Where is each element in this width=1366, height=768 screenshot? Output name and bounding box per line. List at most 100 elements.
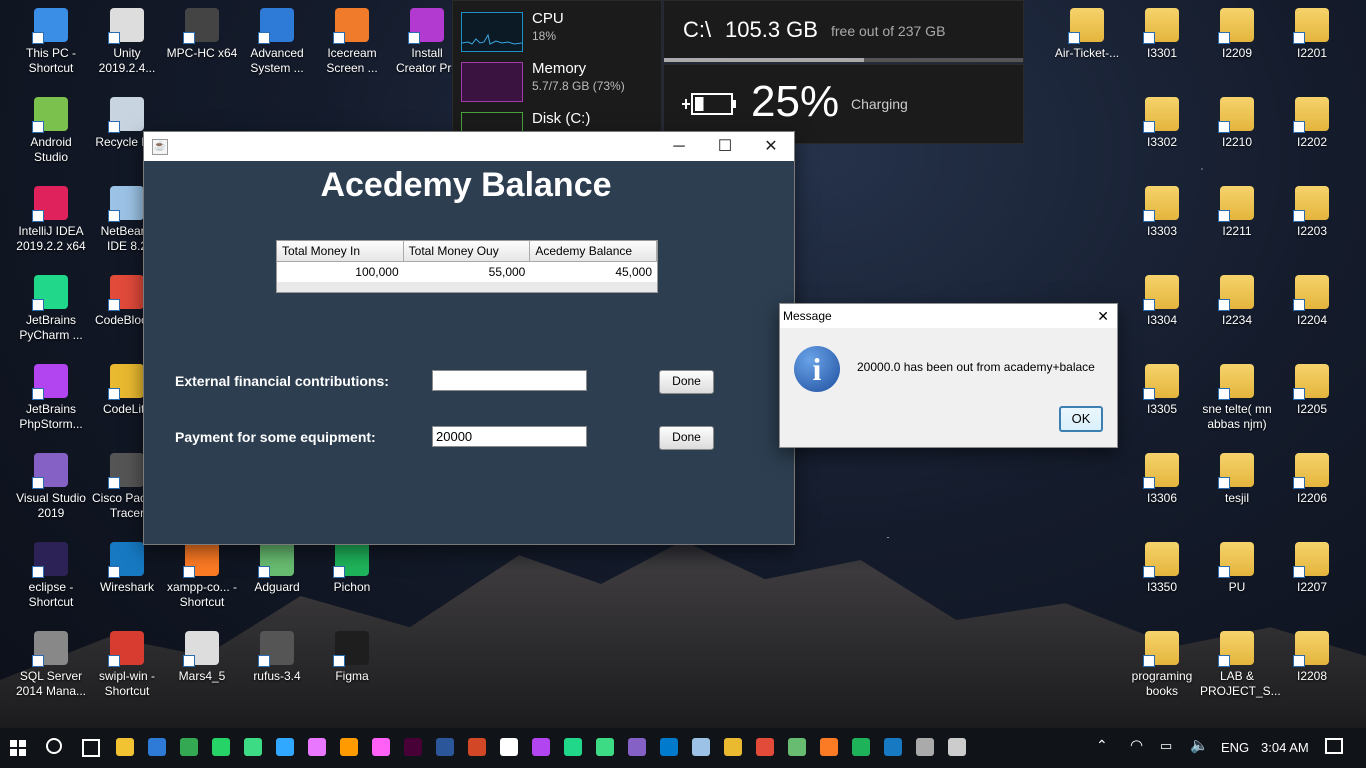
taskbar-app-icon[interactable] <box>692 738 710 756</box>
wifi-icon[interactable]: ◠ <box>1130 736 1143 754</box>
cell-balance[interactable]: 45,000 <box>530 262 657 282</box>
desktop-icon[interactable]: I3350 <box>1125 542 1199 595</box>
taskbar-app-icon[interactable] <box>564 738 582 756</box>
desktop-icon[interactable]: I3303 <box>1125 186 1199 239</box>
volume-icon[interactable]: 🔈 <box>1190 736 1209 754</box>
cell-total-out[interactable]: 55,000 <box>404 262 531 282</box>
taskbar-app-icon[interactable] <box>436 738 454 756</box>
taskbar-app-icon[interactable] <box>372 738 390 756</box>
task-view-icon[interactable] <box>82 739 100 757</box>
external-contributions-input[interactable] <box>432 370 587 391</box>
desktop-icon[interactable]: Icecream Screen ... <box>315 8 389 76</box>
desktop-icon[interactable]: Visual Studio 2019 <box>14 453 88 521</box>
desktop-icon[interactable]: Wireshark <box>90 542 164 595</box>
search-icon[interactable] <box>46 738 62 754</box>
desktop-icon[interactable]: Unity 2019.2.4... <box>90 8 164 76</box>
taskbar-app-icon[interactable] <box>884 738 902 756</box>
taskbar-app-icon[interactable] <box>308 738 326 756</box>
taskbar-app-icon[interactable] <box>724 738 742 756</box>
desktop-icon[interactable]: I2205 <box>1275 364 1349 417</box>
desktop-icon[interactable]: Figma <box>315 631 389 684</box>
taskbar-app-icon[interactable] <box>244 738 262 756</box>
power-icon[interactable]: ▭ <box>1160 738 1172 754</box>
desktop-icon[interactable]: Air-Ticket-... <box>1050 8 1124 61</box>
taskbar-app-icon[interactable] <box>212 738 230 756</box>
desktop-icon[interactable]: MPC-HC x64 <box>165 8 239 61</box>
taskbar-app-icon[interactable] <box>628 738 646 756</box>
desktop-icon[interactable]: PU <box>1200 542 1274 595</box>
header-balance[interactable]: Acedemy Balance <box>530 241 658 262</box>
taskbar-app-icon[interactable] <box>532 738 550 756</box>
taskbar-app-icon[interactable] <box>756 738 774 756</box>
message-dialog[interactable]: Message ✕ i 20000.0 has been out from ac… <box>779 303 1118 448</box>
desktop-icon[interactable]: This PC - Shortcut <box>14 8 88 76</box>
payment-done-button[interactable]: Done <box>659 426 714 450</box>
desktop-icon[interactable]: LAB & PROJECT_S... <box>1200 631 1281 699</box>
taskbar-app-icon[interactable] <box>180 738 198 756</box>
desktop-icon[interactable]: sne telte( mn abbas njm) <box>1200 364 1274 432</box>
desktop-icon[interactable]: Adguard <box>240 542 314 595</box>
desktop-icon[interactable]: tesjil <box>1200 453 1274 506</box>
desktop-icon[interactable]: I2204 <box>1275 275 1349 328</box>
desktop-icon[interactable]: programing books <box>1125 631 1199 699</box>
desktop-icon[interactable]: xampp-co... - Shortcut <box>165 542 239 610</box>
desktop-icon[interactable]: I2209 <box>1200 8 1274 61</box>
desktop-icon[interactable]: Advanced System ... <box>240 8 314 76</box>
taskbar-app-icon[interactable] <box>852 738 870 756</box>
language-indicator[interactable]: ENG <box>1221 740 1249 755</box>
desktop-icon[interactable]: I3302 <box>1125 97 1199 150</box>
desktop-icon[interactable]: I2234 <box>1200 275 1274 328</box>
desktop-icon[interactable]: Pichon <box>315 542 389 595</box>
taskbar-app-icon[interactable] <box>148 738 166 756</box>
desktop-icon[interactable]: I2206 <box>1275 453 1349 506</box>
maximize-button[interactable]: ☐ <box>702 132 748 161</box>
notifications-icon[interactable] <box>1325 738 1343 754</box>
ok-button[interactable]: OK <box>1059 406 1103 432</box>
desktop-icon[interactable]: I3301 <box>1125 8 1199 61</box>
taskbar-app-icon[interactable] <box>820 738 838 756</box>
cell-total-in[interactable]: 100,000 <box>277 262 404 282</box>
desktop-icon[interactable]: I3305 <box>1125 364 1199 417</box>
desktop-icon[interactable]: swipl-win - Shortcut <box>90 631 164 699</box>
taskbar-app-icon[interactable] <box>276 738 294 756</box>
desktop-icon[interactable]: I3306 <box>1125 453 1199 506</box>
desktop-icon[interactable]: I2210 <box>1200 97 1274 150</box>
dialog-titlebar[interactable]: Message ✕ <box>780 304 1117 328</box>
taskbar-app-icon[interactable] <box>916 738 934 756</box>
desktop-icon[interactable]: Android Studio <box>14 97 88 165</box>
taskbar-app-icon[interactable] <box>788 738 806 756</box>
desktop-icon[interactable]: I2207 <box>1275 542 1349 595</box>
desktop-icon[interactable]: I2208 <box>1275 631 1349 684</box>
desktop-icon[interactable]: rufus-3.4 <box>240 631 314 684</box>
clock[interactable]: 3:04 AM <box>1261 740 1309 755</box>
desktop-icon[interactable]: eclipse - Shortcut <box>14 542 88 610</box>
desktop-icon[interactable]: Mars4_5 <box>165 631 239 684</box>
tray-chevron-up-icon[interactable]: ⌃ <box>1096 737 1108 754</box>
close-button[interactable]: ✕ <box>748 132 794 161</box>
desktop-icon[interactable]: JetBrains PhpStorm... <box>14 364 88 432</box>
taskbar-app-icon[interactable] <box>596 738 614 756</box>
window-titlebar[interactable]: ☕ ─ ☐ ✕ <box>144 132 794 161</box>
taskbar-app-icon[interactable] <box>340 738 358 756</box>
desktop-icon[interactable]: I2203 <box>1275 186 1349 239</box>
desktop-icon[interactable]: IntelliJ IDEA 2019.2.2 x64 <box>14 186 88 254</box>
header-total-in[interactable]: Total Money In <box>277 241 404 262</box>
desktop-icon[interactable]: I2202 <box>1275 97 1349 150</box>
desktop-icon[interactable]: I2211 <box>1200 186 1274 239</box>
taskbar-app-icon[interactable] <box>468 738 486 756</box>
payment-equipment-input[interactable] <box>432 426 587 447</box>
taskbar-app-icon[interactable] <box>948 738 966 756</box>
taskbar-app-icon[interactable] <box>404 738 422 756</box>
minimize-button[interactable]: ─ <box>656 132 702 161</box>
taskbar-app-icon[interactable] <box>500 738 518 756</box>
desktop-icon[interactable]: I2201 <box>1275 8 1349 61</box>
academy-balance-window[interactable]: ☕ ─ ☐ ✕ Acedemy Balance Total Money In T… <box>143 131 795 545</box>
taskbar-app-icon[interactable] <box>660 738 678 756</box>
external-done-button[interactable]: Done <box>659 370 714 394</box>
header-total-out[interactable]: Total Money Ouy <box>403 241 531 262</box>
desktop-icon[interactable]: SQL Server 2014 Mana... <box>14 631 88 699</box>
table-row[interactable]: 100,000 55,000 45,000 <box>277 262 657 282</box>
desktop-icon[interactable]: I3304 <box>1125 275 1199 328</box>
start-windows-icon[interactable] <box>10 740 26 756</box>
desktop-icon[interactable]: JetBrains PyCharm ... <box>14 275 88 343</box>
